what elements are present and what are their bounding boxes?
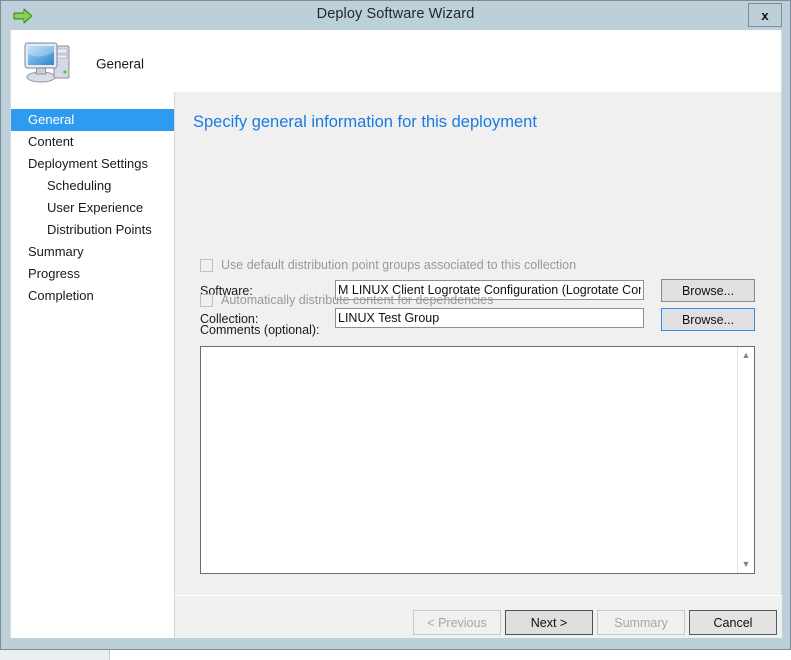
comments-field-wrapper: ▲ ▼ [200,346,755,574]
sidebar-item-deployment-settings[interactable]: Deployment Settings [11,153,175,175]
use-default-dp-groups-label: Use default distribution point groups as… [221,258,577,272]
sidebar-item-distribution-points[interactable]: Distribution Points [11,219,175,241]
sidebar-item-content[interactable]: Content [11,131,175,153]
computer-icon [23,38,75,84]
page-title: Specify general information for this dep… [193,113,537,131]
auto-distribute-content-label: Automatically distribute content for dep… [221,293,494,307]
sidebar-item-summary[interactable]: Summary [11,241,175,263]
wizard-banner: General [10,30,782,92]
use-default-dp-groups-checkbox[interactable]: Use default distribution point groups as… [200,258,576,272]
sidebar-item-general[interactable]: General [11,109,175,131]
sidebar-item-user-experience[interactable]: User Experience [11,197,175,219]
chevron-down-icon[interactable]: ▼ [738,556,754,573]
sidebar-item-progress[interactable]: Progress [11,263,175,285]
title-bar: Deploy Software Wizard x [1,1,790,30]
previous-button[interactable]: < Previous [413,610,501,635]
sidebar-item-completion[interactable]: Completion [11,285,175,307]
next-button[interactable]: Next > [505,610,593,635]
desktop-strip [0,650,791,660]
button-bar: < Previous Next > Summary Cancel [175,596,782,638]
wizard-sidebar: General Content Deployment Settings Schedul… [10,92,175,638]
cancel-button[interactable]: Cancel [689,610,777,635]
software-browse-button[interactable]: Browse... [661,279,755,302]
checkbox-box[interactable] [200,293,213,307]
banner-title: General [96,56,145,72]
comments-scrollbar[interactable]: ▲ ▼ [737,347,754,573]
collection-input[interactable] [335,308,644,328]
comments-label: Comments (optional): [200,323,320,337]
chevron-up-icon[interactable]: ▲ [738,347,754,364]
comments-textarea[interactable] [201,347,737,573]
close-icon[interactable]: x [748,3,782,27]
window-title: Deploy Software Wizard [316,6,475,22]
wizard-window: Deploy Software Wizard x General General… [0,0,791,650]
checkbox-box[interactable] [200,258,213,272]
collection-browse-button[interactable]: Browse... [661,308,755,331]
sidebar-item-scheduling[interactable]: Scheduling [11,175,175,197]
auto-distribute-content-checkbox[interactable]: Automatically distribute content for dep… [200,293,493,307]
taskbar-tab [0,650,110,660]
summary-button[interactable]: Summary [597,610,685,635]
